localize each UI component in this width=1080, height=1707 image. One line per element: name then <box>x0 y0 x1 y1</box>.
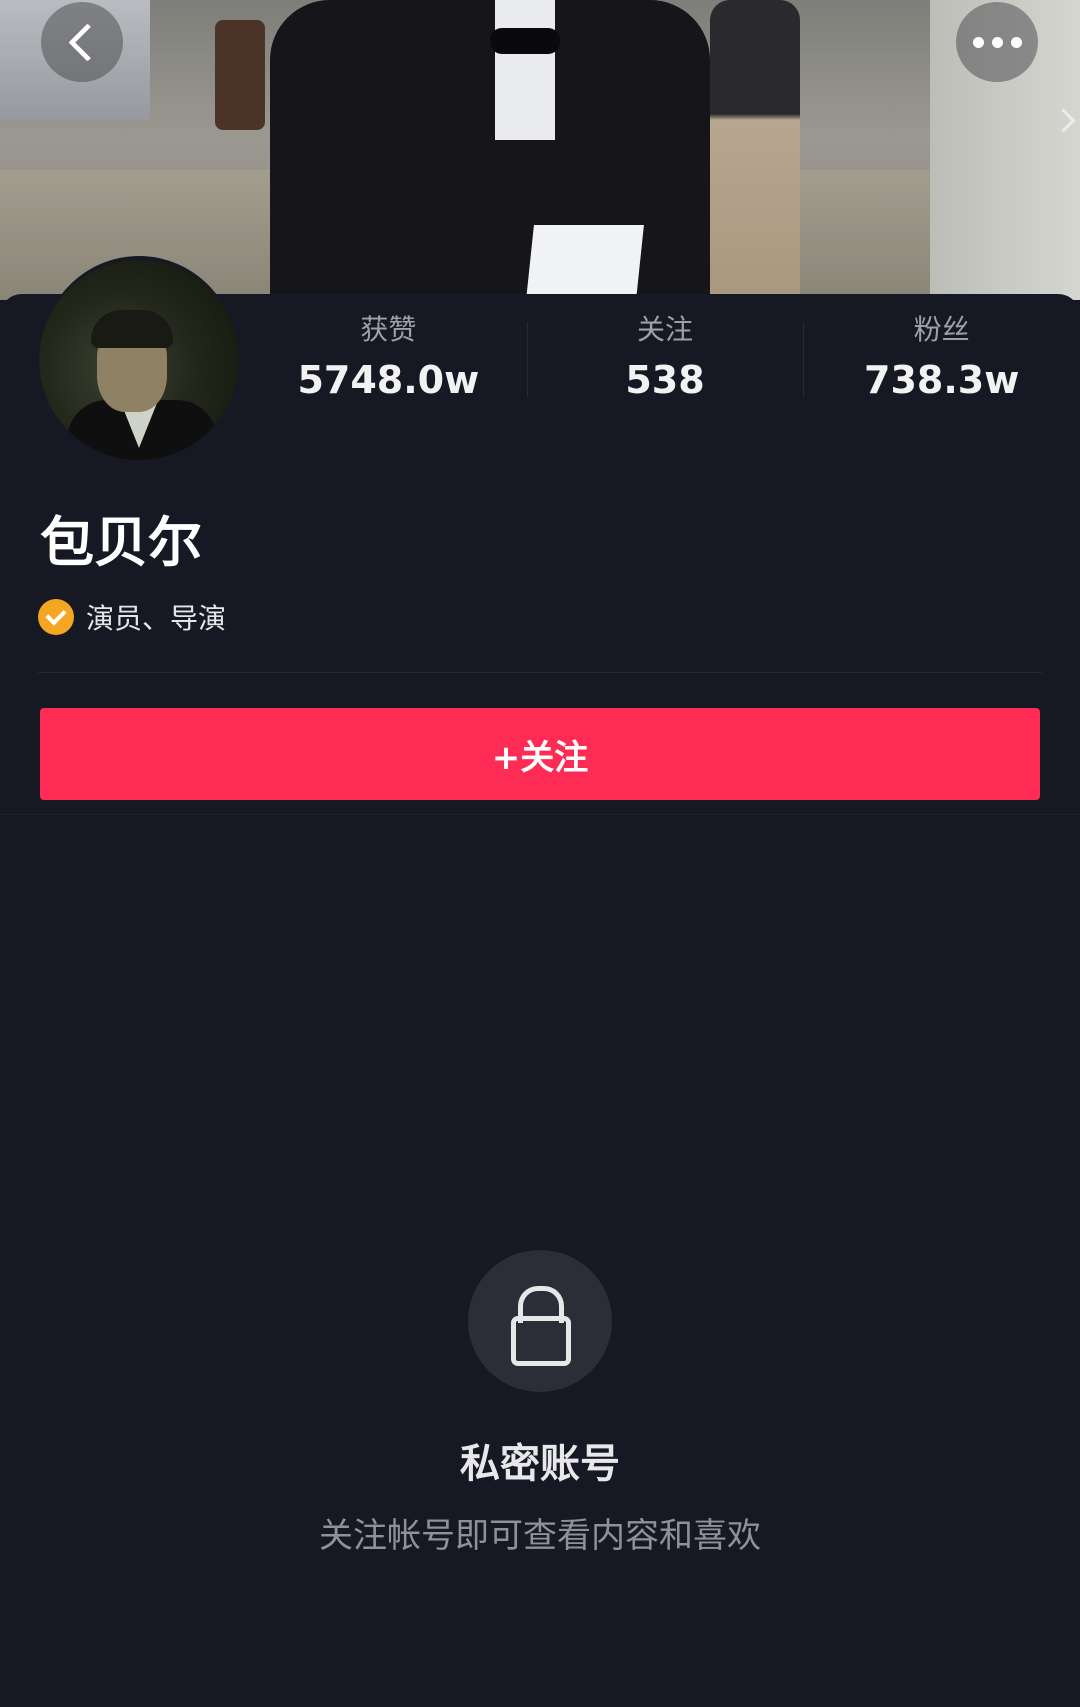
divider <box>0 814 1080 815</box>
cover-bow-tie <box>490 28 560 54</box>
profile-name: 包贝尔 <box>40 511 202 574</box>
cover-background-person <box>710 0 800 300</box>
cover-person-shirt <box>495 0 555 140</box>
cover-tree-trunk <box>215 20 265 130</box>
stat-label: 关注 <box>637 313 694 346</box>
lock-icon <box>468 1250 612 1392</box>
check-badge-icon <box>38 599 74 635</box>
follow-button[interactable]: +关注 <box>40 708 1040 800</box>
avatar-image <box>39 260 239 460</box>
stat-likes[interactable]: 获赞 5748.0w <box>250 312 527 412</box>
stat-value: 538 <box>625 358 705 402</box>
cover-papers <box>526 225 644 300</box>
stat-label: 获赞 <box>360 313 417 346</box>
more-button[interactable] <box>956 2 1038 82</box>
stat-followers[interactable]: 粉丝 738.3w <box>803 312 1080 412</box>
cover-image[interactable] <box>0 0 1080 300</box>
stat-label: 粉丝 <box>913 313 970 346</box>
private-account-title: 私密账号 <box>460 1441 620 1487</box>
back-button[interactable] <box>41 2 123 82</box>
stats-bar: 获赞 5748.0w 关注 538 粉丝 738.3w <box>250 312 1080 412</box>
private-account-subtitle: 关注帐号即可查看内容和喜欢 <box>319 1516 761 1556</box>
verification-row: 演员、导演 <box>38 597 226 637</box>
divider <box>38 672 1042 673</box>
chevron-left-icon <box>67 22 107 62</box>
verification-text: 演员、导演 <box>86 602 227 635</box>
stat-following[interactable]: 关注 538 <box>526 312 804 412</box>
more-dots-icon <box>972 36 1022 48</box>
avatar[interactable] <box>39 256 239 464</box>
stat-value: 5748.0w <box>297 358 480 402</box>
stat-value: 738.3w <box>864 358 1020 402</box>
